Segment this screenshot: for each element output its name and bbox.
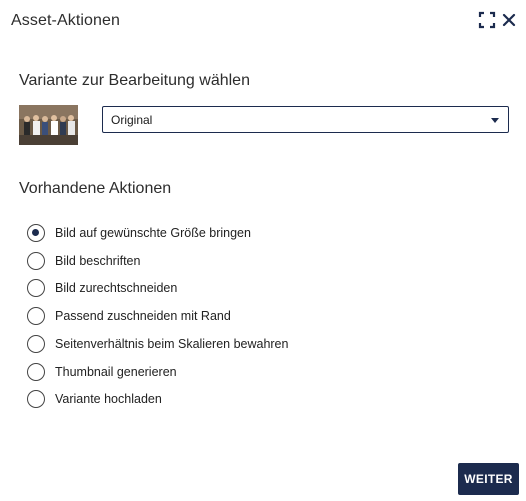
chevron-down-icon (491, 118, 499, 123)
radio-label: Seitenverhältnis beim Skalieren bewahren (55, 337, 289, 351)
dialog-header: Asset-Aktionen (0, 0, 526, 44)
actions-section-title: Vorhandene Aktionen (19, 180, 172, 197)
radio-option-thumbnail[interactable]: Thumbnail generieren (27, 361, 347, 383)
variant-section-title: Variante zur Bearbeitung wählen (19, 72, 250, 89)
radio-option-upload[interactable]: Variante hochladen (27, 388, 347, 410)
radio-label: Bild beschriften (55, 254, 141, 268)
variant-select[interactable]: Original (102, 106, 509, 133)
next-button[interactable]: WEITER (458, 463, 519, 495)
radio-option-crop[interactable]: Bild zurechtschneiden (27, 277, 347, 299)
radio-label: Thumbnail generieren (55, 365, 177, 379)
radio-button[interactable] (27, 307, 45, 325)
radio-button[interactable] (27, 363, 45, 381)
asset-actions-dialog: Asset-Aktionen Variante zur Bearbeitung … (0, 0, 526, 501)
radio-button[interactable] (27, 224, 45, 242)
radio-option-keep-aspect[interactable]: Seitenverhältnis beim Skalieren bewahren (27, 333, 347, 355)
radio-label: Passend zuschneiden mit Rand (55, 309, 231, 323)
variant-thumbnail (19, 105, 78, 145)
radio-label: Variante hochladen (55, 392, 162, 406)
variant-select-value: Original (111, 113, 153, 127)
radio-button[interactable] (27, 252, 45, 270)
radio-option-caption[interactable]: Bild beschriften (27, 250, 347, 272)
radio-option-resize[interactable]: Bild auf gewünschte Größe bringen (27, 222, 347, 244)
dialog-title: Asset-Aktionen (11, 12, 121, 29)
radio-label: Bild auf gewünschte Größe bringen (55, 226, 251, 240)
radio-button[interactable] (27, 335, 45, 353)
radio-option-fit-pad[interactable]: Passend zuschneiden mit Rand (27, 305, 347, 327)
radio-button[interactable] (27, 390, 45, 408)
radio-button[interactable] (27, 279, 45, 297)
close-icon[interactable] (500, 11, 518, 29)
radio-label: Bild zurechtschneiden (55, 281, 178, 295)
expand-icon[interactable] (478, 11, 496, 29)
radio-selected-dot (32, 229, 39, 236)
